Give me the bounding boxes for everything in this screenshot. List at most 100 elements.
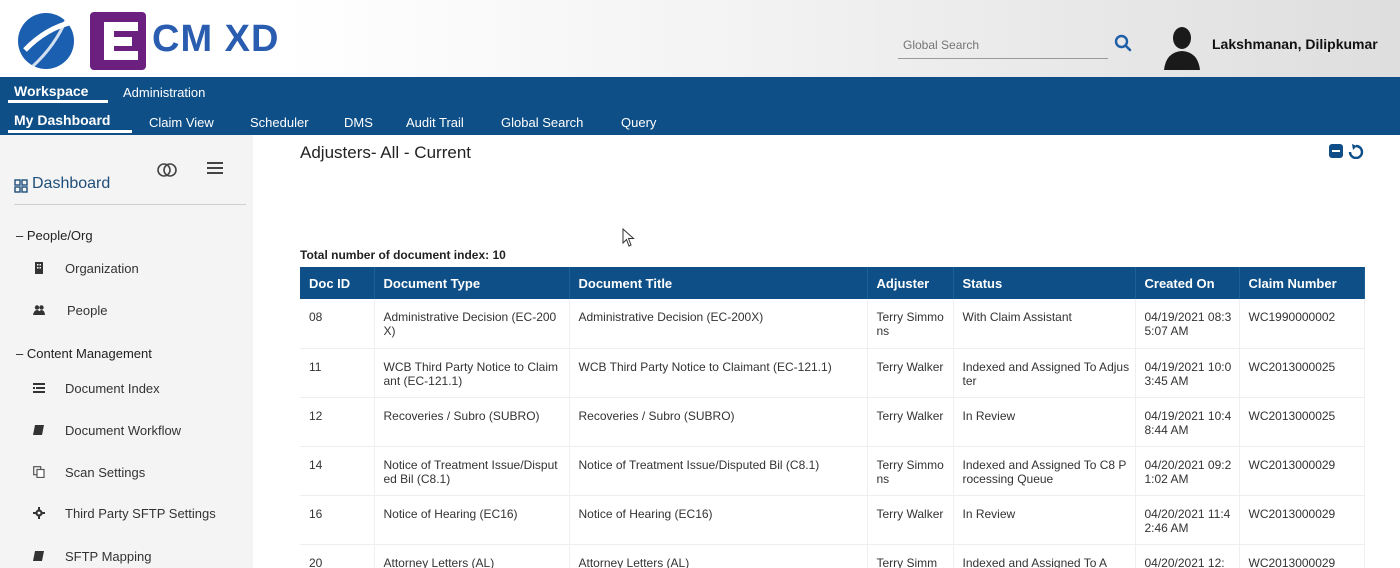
tab-dms[interactable]: DMS (344, 115, 373, 130)
sidebar-item-label: People (67, 303, 108, 318)
column-header-document-type[interactable]: Document Type (374, 267, 570, 299)
column-header-adjuster[interactable]: Adjuster (867, 267, 954, 299)
tab-audit-trail[interactable]: Audit Trail (406, 115, 464, 130)
cell-claim-number: WC1990000002 (1239, 299, 1365, 349)
primary-nav: Workspace Administration (0, 77, 1400, 105)
logo-text: CM XD (152, 18, 280, 60)
table-header-row: Doc ID Document Type Document Title Adju… (300, 267, 1365, 299)
hamburger-menu-icon[interactable] (206, 160, 224, 176)
people-icon (33, 305, 45, 315)
cell-adjuster: Terry Walker (867, 397, 954, 447)
collapse-icon: – (16, 346, 27, 361)
mouse-cursor-icon (622, 228, 635, 247)
total-count-label: Total number of document index: 10 (300, 248, 506, 262)
user-name[interactable]: Lakshmanan, Dilipkumar (1212, 36, 1378, 52)
tab-administration[interactable]: Administration (123, 85, 205, 100)
cell-adjuster: Terry Simmons (867, 299, 954, 349)
cell-adjuster: Terry Walker (867, 495, 954, 545)
sidebar-item-label: Third Party SFTP Settings (65, 506, 216, 521)
cell-created-on: 04/20/2021 11:42:46 AM (1135, 495, 1240, 545)
sidebar: Dashboard – People/Org Organization Peop… (0, 135, 253, 568)
section-label: People/Org (26, 228, 93, 243)
sidebar-item-label: Scan Settings (65, 465, 146, 480)
refresh-icon[interactable] (1348, 144, 1364, 159)
tab-claim-view[interactable]: Claim View (149, 115, 214, 130)
cell-created-on: 04/20/2021 09:21:02 AM (1135, 446, 1240, 496)
cell-claim-number: WC2013000029 (1239, 544, 1365, 568)
section-people-org[interactable]: – People/Org (16, 228, 93, 243)
cell-document-title: Attorney Letters (AL) (569, 544, 868, 568)
global-search-field[interactable] (898, 33, 1108, 59)
cell-status: In Review (953, 495, 1136, 545)
cell-adjuster: Terry Walker (867, 348, 954, 398)
cell-doc-id: 12 (300, 397, 375, 447)
book-icon (33, 425, 44, 435)
cell-doc-id: 08 (300, 299, 375, 349)
cell-status: Indexed and Assigned To A (953, 544, 1136, 568)
search-icon[interactable] (1114, 34, 1132, 52)
cell-document-type: Administrative Decision (EC-200X) (374, 299, 570, 349)
section-content-management[interactable]: – Content Management (16, 346, 152, 361)
cell-document-type: Notice of Hearing (EC16) (374, 495, 570, 545)
cell-document-title: Administrative Decision (EC-200X) (569, 299, 868, 349)
cell-document-title: Notice of Treatment Issue/Disputed Bil (… (569, 446, 868, 496)
cell-document-type: WCB Third Party Notice to Claimant (EC-1… (374, 348, 570, 398)
section-label: Content Management (26, 346, 152, 361)
globe-logo-icon (18, 13, 74, 69)
cell-doc-id: 14 (300, 446, 375, 496)
column-header-status[interactable]: Status (953, 267, 1136, 299)
sidebar-dashboard-link[interactable]: Dashboard (32, 175, 110, 193)
cell-status: With Claim Assistant (953, 299, 1136, 349)
panel-controls (1329, 144, 1364, 159)
toggle-icon[interactable] (156, 162, 178, 178)
tab-workspace[interactable]: Workspace (14, 83, 88, 99)
column-header-document-title[interactable]: Document Title (569, 267, 868, 299)
copy-icon (33, 466, 45, 478)
cell-created-on: 04/19/2021 10:48:44 AM (1135, 397, 1240, 447)
tab-query[interactable]: Query (621, 115, 656, 130)
global-search-input[interactable] (898, 33, 1108, 57)
building-icon (35, 262, 43, 274)
cell-status: Indexed and Assigned To Adjuster (953, 348, 1136, 398)
cell-document-type: Attorney Letters (AL) (374, 544, 570, 568)
table-row[interactable]: 12 Recoveries / Subro (SUBRO) Recoveries… (300, 397, 1365, 447)
cell-doc-id: 20 (300, 544, 375, 568)
page-title: Adjusters- All - Current (300, 143, 471, 162)
collapse-icon: – (16, 228, 27, 243)
tab-global-search[interactable]: Global Search (501, 115, 583, 130)
table-row[interactable]: 11 WCB Third Party Notice to Claimant (E… (300, 348, 1365, 398)
minimize-icon[interactable] (1329, 144, 1343, 158)
sidebar-item-label: SFTP Mapping (65, 549, 152, 564)
table-row[interactable]: 14 Notice of Treatment Issue/Disputed Bi… (300, 446, 1365, 496)
column-header-claim-number[interactable]: Claim Number (1239, 267, 1365, 299)
cell-adjuster: Terry Simmons (867, 446, 954, 496)
document-index-table: Doc ID Document Type Document Title Adju… (300, 267, 1365, 568)
table-row[interactable]: 20 Attorney Letters (AL) Attorney Letter… (300, 544, 1365, 568)
tab-scheduler[interactable]: Scheduler (250, 115, 309, 130)
dashboard-icon (14, 179, 28, 193)
column-header-created-on[interactable]: Created On (1135, 267, 1240, 299)
cell-claim-number: WC2013000025 (1239, 348, 1365, 398)
cell-status: In Review (953, 397, 1136, 447)
gear-icon (33, 507, 45, 519)
cell-document-title: Notice of Hearing (EC16) (569, 495, 868, 545)
cell-created-on: 04/19/2021 10:03:45 AM (1135, 348, 1240, 398)
active-tab-indicator (8, 130, 132, 133)
cell-document-type: Recoveries / Subro (SUBRO) (374, 397, 570, 447)
table-row[interactable]: 16 Notice of Hearing (EC16) Notice of He… (300, 495, 1365, 545)
sidebar-divider (14, 204, 246, 205)
active-tab-indicator (8, 100, 108, 103)
list-icon (33, 383, 45, 393)
sidebar-item-label: Organization (65, 261, 139, 276)
cell-document-type: Notice of Treatment Issue/Disputed Bil (… (374, 446, 570, 496)
cell-status: Indexed and Assigned To C8 Processing Qu… (953, 446, 1136, 496)
cell-created-on: 04/19/2021 08:35:07 AM (1135, 299, 1240, 349)
cell-doc-id: 11 (300, 348, 375, 398)
secondary-nav: My Dashboard Claim View Scheduler DMS Au… (0, 105, 1400, 135)
table-row[interactable]: 08 Administrative Decision (EC-200X) Adm… (300, 299, 1365, 349)
book-icon (33, 551, 44, 561)
column-header-doc-id[interactable]: Doc ID (300, 267, 375, 299)
avatar[interactable] (1160, 24, 1204, 72)
tab-my-dashboard[interactable]: My Dashboard (14, 112, 110, 128)
cell-document-title: Recoveries / Subro (SUBRO) (569, 397, 868, 447)
